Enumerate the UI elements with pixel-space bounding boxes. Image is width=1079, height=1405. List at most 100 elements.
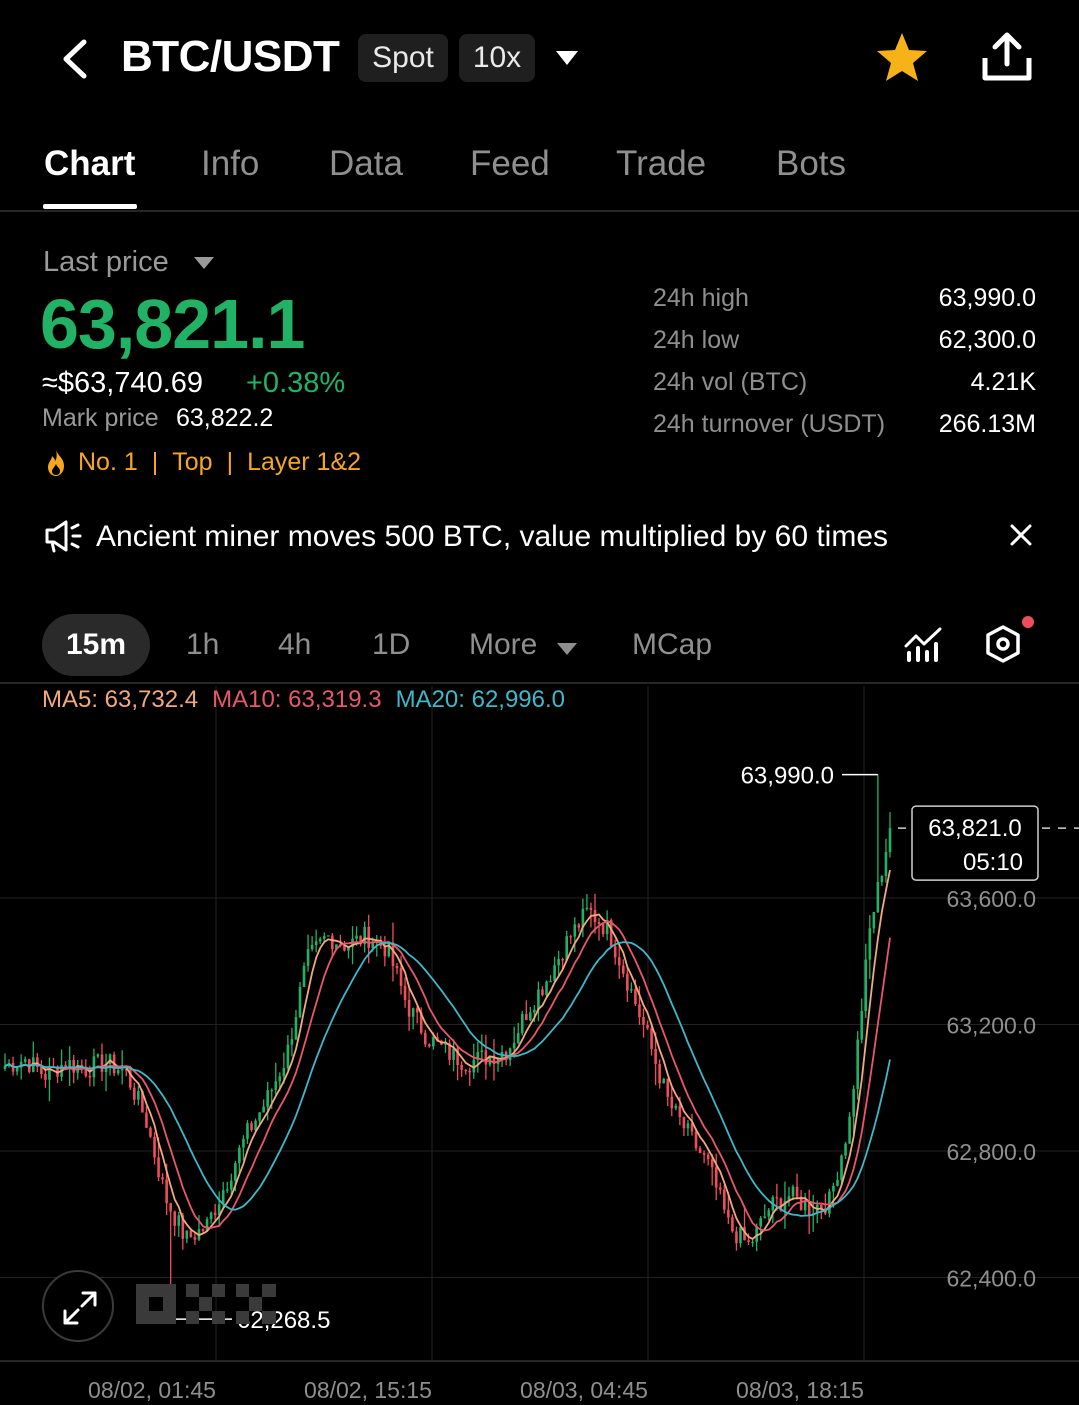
candle-body	[876, 881, 880, 913]
close-icon[interactable]	[1010, 524, 1032, 546]
candle-body	[201, 1229, 205, 1232]
candle-body	[569, 936, 573, 938]
candle-body	[137, 1091, 140, 1100]
candle-body	[399, 968, 403, 986]
candle-body	[230, 1180, 233, 1190]
candle-body	[525, 1013, 528, 1021]
tag-top[interactable]: Top	[172, 448, 212, 477]
candle-body	[294, 1017, 298, 1040]
header-bar: BTC/USDT Spot 10x	[0, 0, 1079, 120]
x-tick-label: 08/03, 18:15	[736, 1377, 864, 1403]
candle-body	[153, 1136, 156, 1158]
tab-info[interactable]: Info	[201, 144, 259, 184]
caret-down-icon[interactable]	[554, 48, 580, 68]
candle-body	[702, 1152, 706, 1155]
fire-icon	[48, 449, 64, 476]
last-price-value: 63,821.1	[40, 285, 305, 363]
candle-body	[120, 1069, 124, 1071]
timeframe-15m[interactable]: 15m	[42, 614, 150, 676]
timeframe-more[interactable]: More	[469, 628, 537, 662]
candle-body	[626, 973, 629, 991]
candle-body	[585, 907, 589, 909]
share-icon[interactable]	[980, 30, 1034, 84]
candle-body	[161, 1177, 164, 1180]
candle-body	[828, 1191, 831, 1214]
caret-down-icon[interactable]	[556, 642, 578, 656]
candle-body	[520, 1013, 524, 1034]
candle-body	[832, 1185, 835, 1192]
stat-value: 266.13M	[938, 410, 1036, 438]
timeframe-1d[interactable]: 1D	[372, 628, 410, 662]
announcement-banner[interactable]: Ancient miner moves 500 BTC, value multi…	[44, 516, 1044, 560]
tab-trade[interactable]: Trade	[616, 144, 706, 184]
star-icon[interactable]	[874, 30, 930, 86]
candle-body	[238, 1147, 241, 1164]
tab-data[interactable]: Data	[329, 144, 403, 184]
timeframe-1h[interactable]: 1h	[186, 628, 219, 662]
candle-countdown-label: 05:10	[963, 849, 1023, 876]
candle-body	[545, 981, 548, 996]
tab-bots[interactable]: Bots	[776, 144, 846, 184]
candle-body	[270, 1089, 274, 1092]
candle-body	[423, 1032, 427, 1045]
timeframe-bar: 15m 1h 4h 1D More MCap	[0, 612, 1079, 684]
candle-body	[165, 1179, 168, 1204]
candle-body	[718, 1187, 722, 1190]
candle-body	[694, 1131, 698, 1149]
candle-body	[512, 1042, 516, 1049]
candle-body	[266, 1090, 269, 1107]
ma10-value: MA10: 63,319.3	[212, 686, 382, 713]
fullscreen-button[interactable]	[42, 1270, 114, 1342]
candle-body	[116, 1070, 120, 1074]
candle-body	[723, 1189, 726, 1210]
candle-body	[686, 1123, 690, 1129]
candle-body	[791, 1186, 795, 1197]
mcap-toggle[interactable]: MCap	[632, 628, 712, 662]
candle-body	[840, 1155, 843, 1180]
candle-body	[844, 1143, 847, 1156]
candle-body	[795, 1186, 799, 1197]
settings-icon[interactable]	[984, 624, 1022, 664]
announcement-text[interactable]: Ancient miner moves 500 BTC, value multi…	[96, 520, 888, 554]
usd-equivalent: ≈$63,740.69	[42, 367, 204, 399]
ma5-line	[4, 869, 891, 1240]
candle-body	[710, 1159, 714, 1168]
candle-body	[185, 1230, 189, 1239]
candle-body	[549, 981, 552, 983]
tab-chart[interactable]: Chart	[44, 144, 135, 184]
pair-title[interactable]: BTC/USDT	[121, 32, 340, 82]
caret-down-icon[interactable]	[193, 256, 215, 270]
candle-body	[642, 1017, 645, 1025]
candle-body	[678, 1105, 682, 1118]
active-tab-indicator	[43, 204, 137, 209]
candle-body	[597, 922, 601, 924]
market-type-badge: Spot	[358, 34, 448, 82]
candle-body	[250, 1123, 253, 1131]
candle-body	[803, 1201, 807, 1211]
stat-value: 4.21K	[970, 368, 1036, 396]
candle-body	[836, 1179, 839, 1186]
candle-body	[856, 1039, 859, 1089]
candle-body	[331, 935, 334, 950]
candle-body	[658, 1063, 661, 1084]
candle-body	[395, 965, 399, 969]
candle-body	[15, 1067, 19, 1072]
tab-feed[interactable]: Feed	[470, 144, 550, 184]
candle-body	[173, 1211, 177, 1226]
back-arrow-icon[interactable]	[56, 36, 96, 82]
indicator-icon[interactable]	[904, 626, 944, 662]
candle-body	[864, 959, 868, 1012]
expand-icon	[63, 1291, 97, 1325]
candle-body	[23, 1059, 27, 1062]
timeframe-4h[interactable]: 4h	[278, 628, 311, 662]
mark-price-value: 63,822.2	[176, 404, 274, 432]
tag-rank[interactable]: No. 1	[78, 448, 138, 477]
candle-body	[189, 1230, 193, 1238]
last-price-label[interactable]: Last price	[43, 246, 169, 279]
candle-body	[561, 959, 564, 961]
candle-body	[541, 989, 544, 996]
candle-body	[751, 1241, 754, 1244]
candle-body	[209, 1212, 213, 1220]
candle-body	[848, 1116, 851, 1144]
tag-layer[interactable]: Layer 1&2	[247, 448, 361, 477]
